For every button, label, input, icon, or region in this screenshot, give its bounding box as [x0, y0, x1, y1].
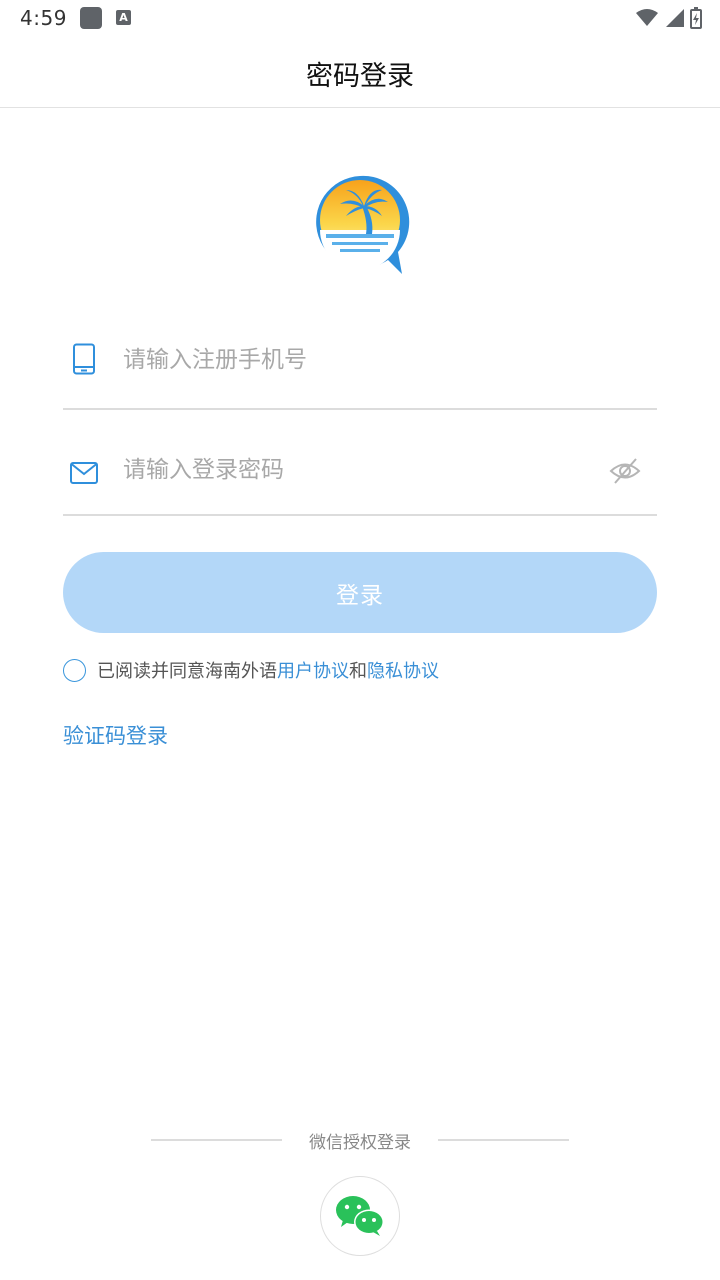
phone-input[interactable] [123, 312, 603, 408]
phone-field [63, 312, 657, 410]
app-logo [316, 175, 410, 274]
user-agreement-link[interactable]: 用户协议 [277, 657, 349, 683]
battery-icon [690, 7, 702, 29]
agreement-row: 已阅读并同意海南外语 用户协议 和 隐私协议 [63, 657, 439, 683]
password-input[interactable] [123, 426, 603, 514]
privacy-agreement-link[interactable]: 隐私协议 [367, 657, 439, 683]
agreement-conjunction: 和 [349, 661, 367, 682]
status-time: 4:59 [20, 6, 67, 30]
eye-hidden-icon[interactable] [609, 456, 641, 486]
wechat-login-button[interactable] [320, 1176, 400, 1256]
agreement-prefix: 已阅读并同意海南外语 [97, 661, 277, 682]
wechat-divider: 微信授权登录 [0, 1128, 720, 1153]
wechat-icon [336, 1196, 384, 1236]
signal-icon [666, 9, 684, 27]
password-field [63, 426, 657, 516]
wifi-icon [636, 9, 658, 26]
wechat-login-label: 微信授权登录 [309, 1133, 411, 1153]
app-notification-icon [80, 7, 102, 29]
status-icons [636, 6, 702, 30]
agree-checkbox[interactable] [63, 658, 86, 682]
code-login-link[interactable]: 验证码登录 [63, 720, 168, 750]
phone-icon [73, 343, 95, 375]
login-button[interactable]: 登录 [63, 552, 657, 633]
title-bar: 密码登录 [0, 40, 720, 108]
status-bar: 4:59 A [0, 0, 720, 40]
page-title: 密码登录 [306, 61, 414, 92]
divider-line-right [438, 1139, 569, 1141]
a-icon: A [116, 10, 131, 25]
mail-icon [70, 462, 98, 484]
